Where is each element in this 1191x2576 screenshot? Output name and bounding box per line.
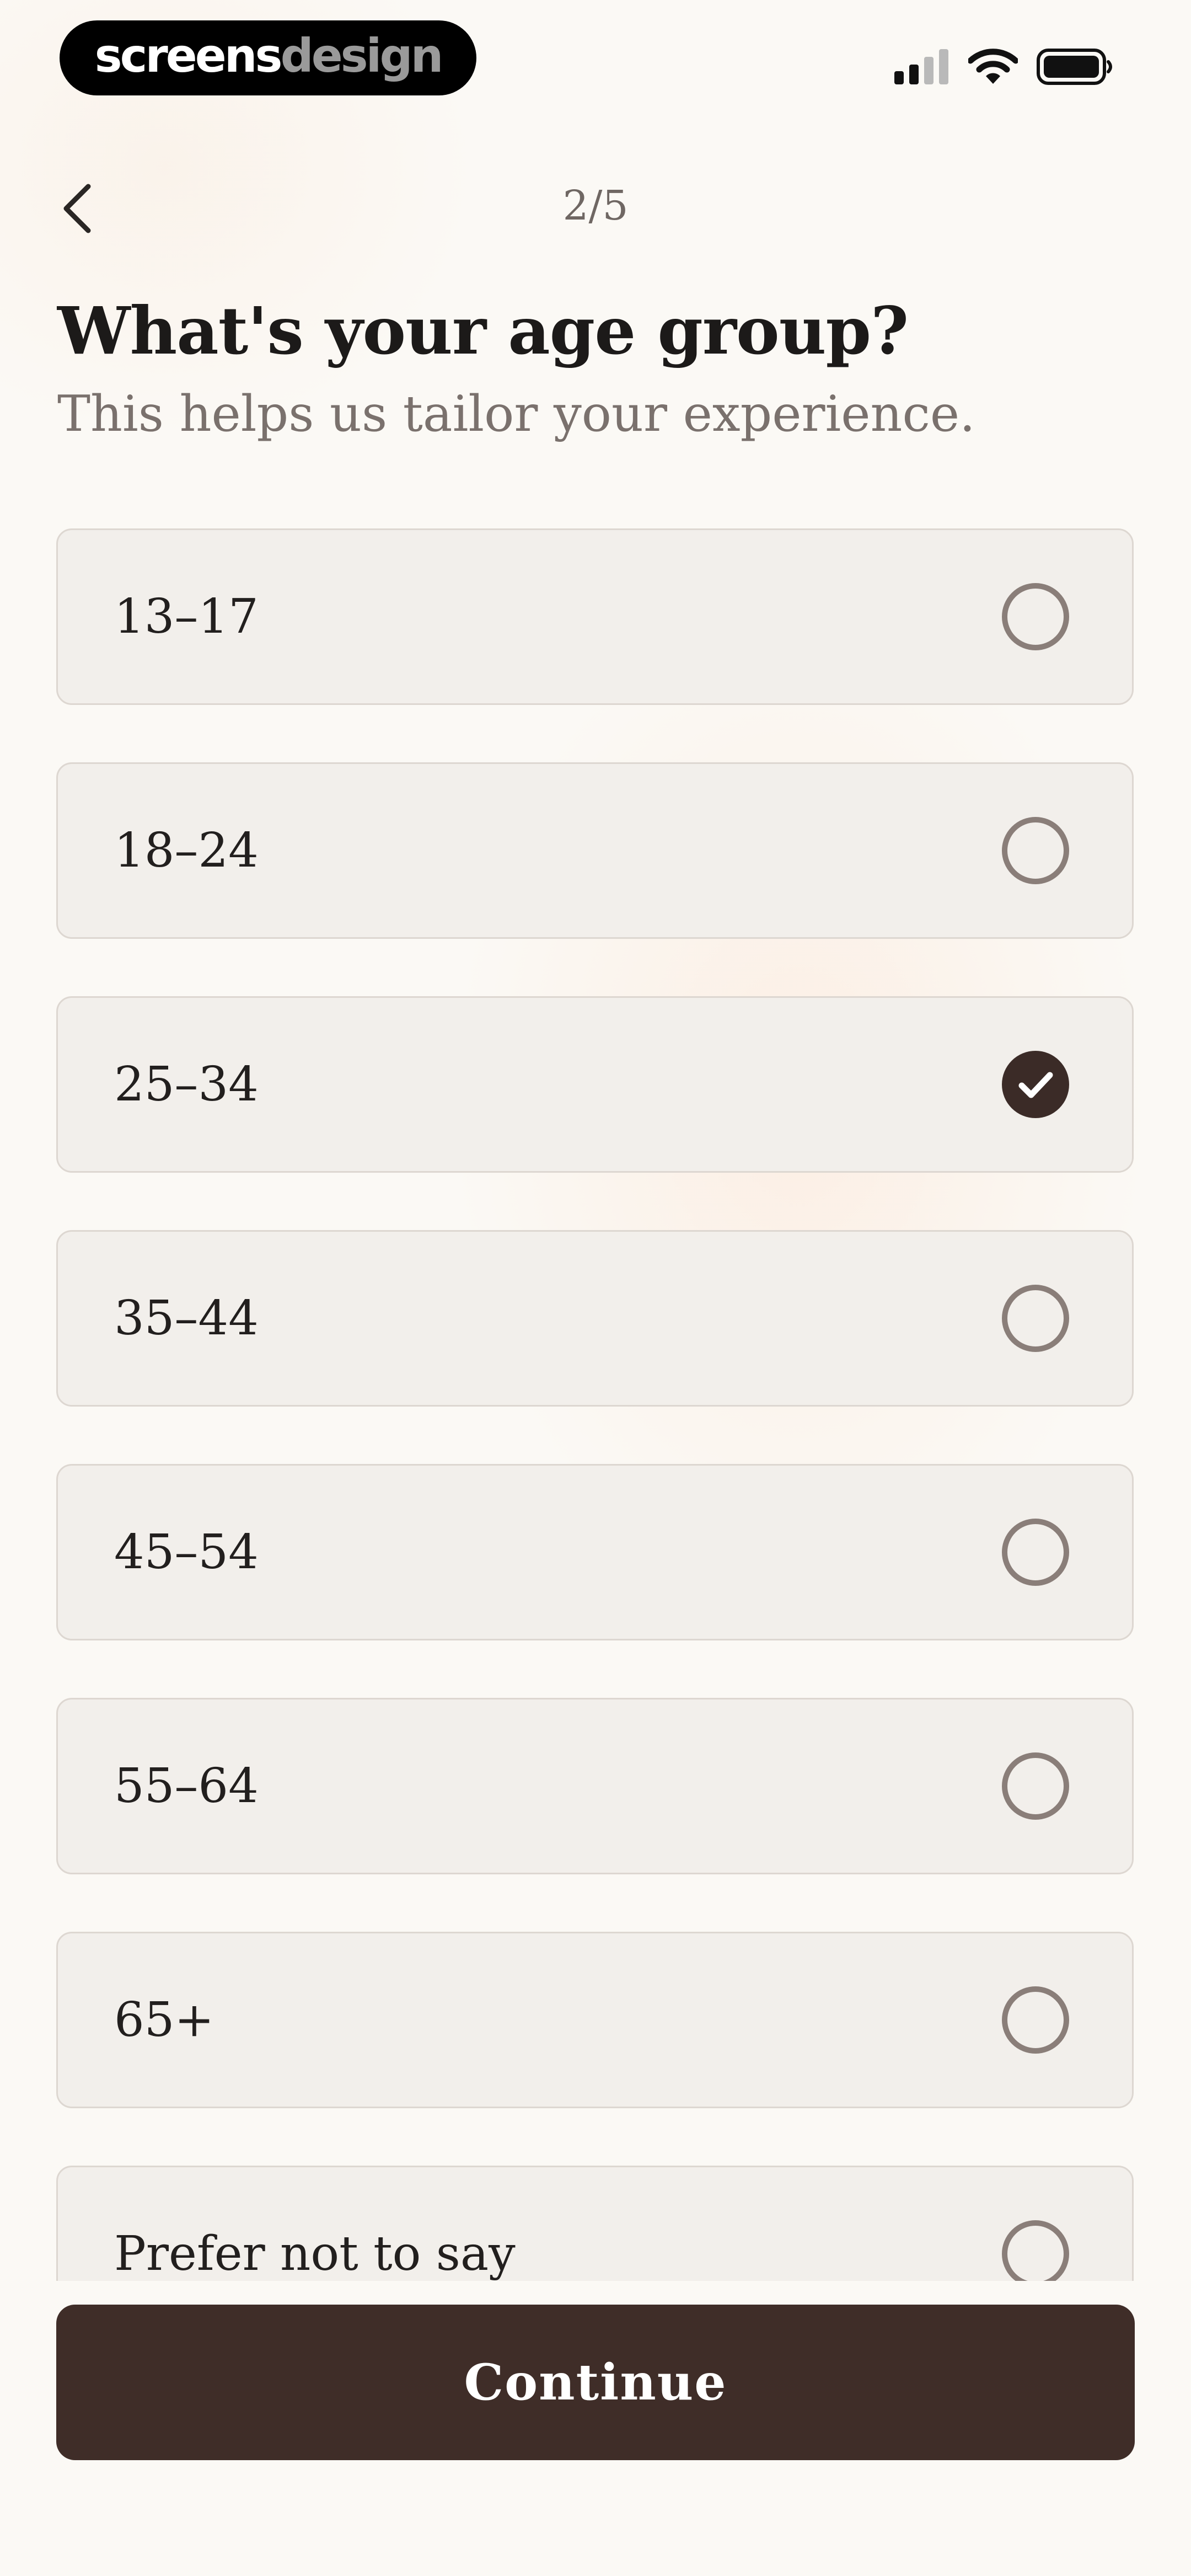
- option-card-35-44[interactable]: 35–44: [56, 1230, 1134, 1407]
- wifi-icon: [967, 49, 1019, 87]
- radio-unchecked-icon: [1002, 1519, 1069, 1586]
- option-card-13-17[interactable]: 13–17: [56, 528, 1134, 705]
- option-card-55-64[interactable]: 55–64: [56, 1698, 1134, 1874]
- option-card-45-54[interactable]: 45–54: [56, 1464, 1134, 1640]
- option-label: 35–44: [114, 1291, 259, 1346]
- radio-unchecked-icon: [1002, 1285, 1069, 1352]
- option-card-25-34[interactable]: 25–34: [56, 996, 1134, 1173]
- option-label: 65+: [114, 1992, 214, 2048]
- radio-unchecked-icon: [1002, 583, 1069, 650]
- radio-unchecked-icon: [1002, 1752, 1069, 1820]
- option-label: 45–54: [114, 1525, 259, 1580]
- continue-button[interactable]: Continue: [56, 2305, 1135, 2460]
- radio-unchecked-icon: [1002, 1986, 1069, 2054]
- option-label: 13–17: [114, 589, 259, 644]
- radio-checked-icon: [1002, 1051, 1069, 1118]
- watermark-primary-text: screens: [94, 29, 283, 83]
- watermark-secondary-text: design: [280, 29, 444, 83]
- page-title: What's your age group?: [57, 292, 909, 369]
- option-label: 55–64: [114, 1759, 259, 1814]
- screensdesign-watermark: screens design: [60, 20, 476, 95]
- radio-unchecked-icon: [1002, 817, 1069, 884]
- option-card-18-24[interactable]: 18–24: [56, 762, 1134, 939]
- age-group-screen: screens design 2/5 What's your age group…: [0, 0, 1191, 2576]
- radio-unchecked-icon: [1002, 2220, 1069, 2281]
- battery-icon: [1037, 49, 1114, 87]
- page-subtitle: This helps us tailor your experience.: [57, 385, 975, 443]
- option-label: 25–34: [114, 1057, 259, 1112]
- step-indicator: 2/5: [562, 182, 629, 229]
- option-label: 18–24: [114, 823, 259, 878]
- status-icons: [894, 49, 1114, 87]
- option-card-65-plus[interactable]: 65+: [56, 1932, 1134, 2108]
- age-options-list[interactable]: 13–17 18–24 25–34 35–44 45–54 55–64 65+ …: [0, 527, 1191, 2281]
- option-card-prefer-not-to-say[interactable]: Prefer not to say: [56, 2166, 1134, 2281]
- cellular-signal-icon: [894, 49, 949, 87]
- status-bar: screens design: [0, 0, 1191, 132]
- option-label: Prefer not to say: [114, 2226, 516, 2281]
